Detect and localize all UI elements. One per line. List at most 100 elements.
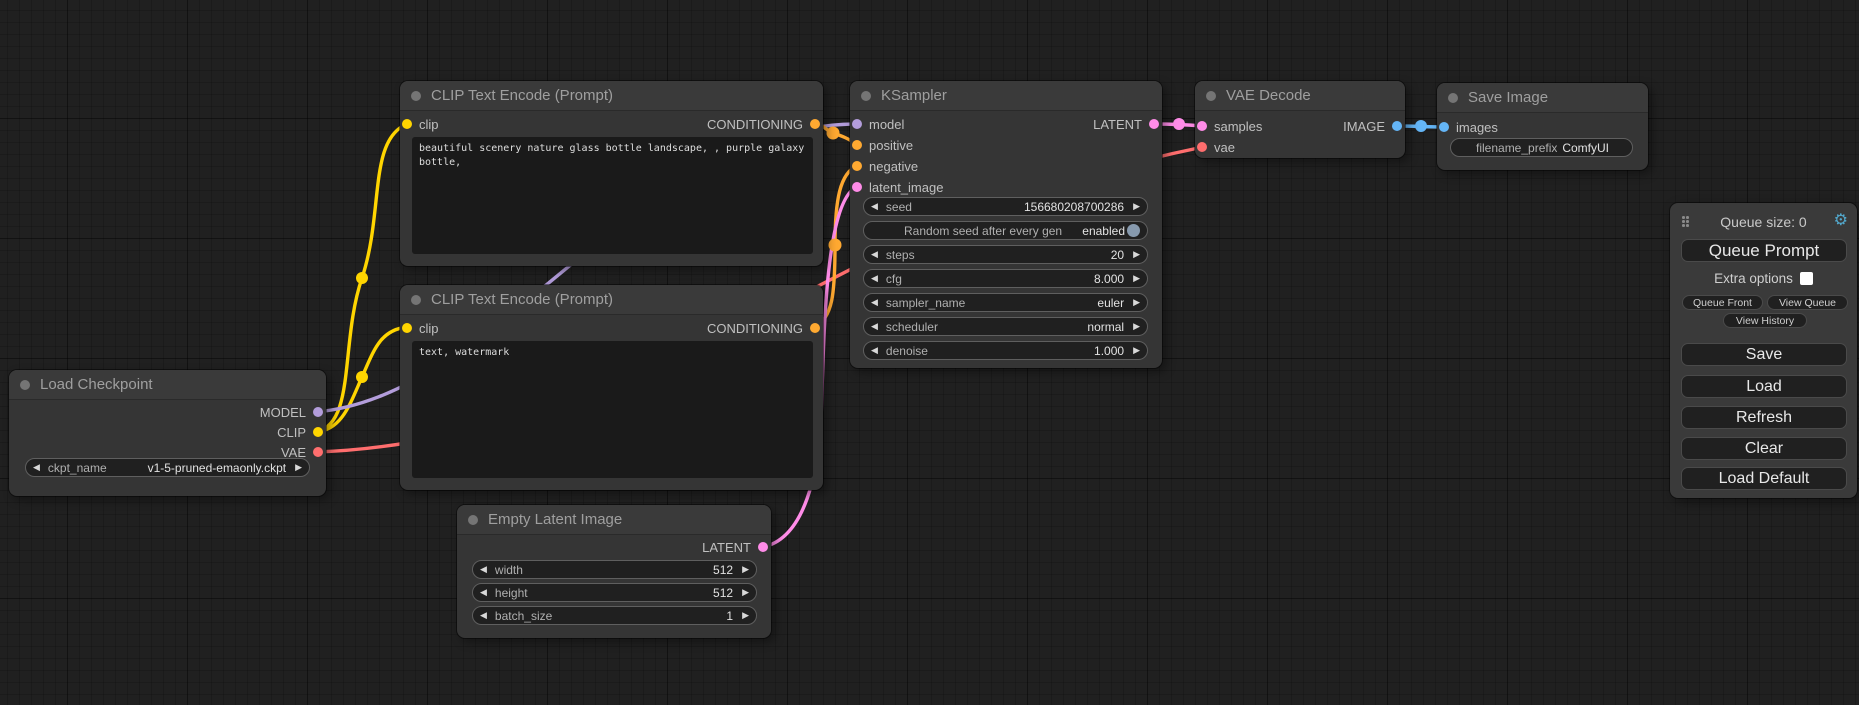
increment-arrow-icon[interactable]: ▶ xyxy=(742,611,749,620)
positive-prompt-textarea[interactable]: beautiful scenery nature glass bottle la… xyxy=(412,137,813,254)
filename-prefix-widget[interactable]: filename_prefix ComfyUI xyxy=(1450,138,1633,157)
decrement-arrow-icon[interactable]: ◀ xyxy=(871,250,878,259)
seed-widget[interactable]: ◀ seed 156680208700286 ▶ xyxy=(863,197,1148,216)
collapse-dot-icon[interactable] xyxy=(411,91,421,101)
increment-arrow-icon[interactable]: ▶ xyxy=(1133,298,1140,307)
clip-output-dot-icon[interactable] xyxy=(313,427,323,437)
image-output-dot-icon[interactable] xyxy=(1392,121,1402,131)
decrement-arrow-icon[interactable]: ◀ xyxy=(871,202,878,211)
random-seed-toggle-widget[interactable]: Random seed after every gen enabled xyxy=(863,221,1148,240)
collapse-dot-icon[interactable] xyxy=(861,91,871,101)
node-title-bar[interactable]: VAE Decode xyxy=(1195,81,1405,111)
widget-label: denoise xyxy=(886,344,928,358)
input-slot-latent-image: latent_image xyxy=(852,179,943,195)
node-clip-text-encode-positive[interactable]: CLIP Text Encode (Prompt) clip CONDITION… xyxy=(400,81,823,266)
output-slot-latent: LATENT xyxy=(1093,116,1159,132)
steps-widget[interactable]: ◀ steps 20 ▶ xyxy=(863,245,1148,264)
latent-input-dot-icon[interactable] xyxy=(1197,121,1207,131)
conditioning-output-dot-icon[interactable] xyxy=(810,119,820,129)
clip-input-dot-icon[interactable] xyxy=(402,323,412,333)
clear-button[interactable]: Clear xyxy=(1681,437,1847,460)
ckpt-name-widget[interactable]: ◀ ckpt_name v1-5-pruned-emaonly.ckpt ▶ xyxy=(25,458,310,477)
queue-front-button[interactable]: Queue Front xyxy=(1682,295,1763,310)
decrement-arrow-icon[interactable]: ◀ xyxy=(33,463,40,472)
link-dot[interactable] xyxy=(1173,118,1185,130)
conditioning-input-dot-icon[interactable] xyxy=(852,140,862,150)
increment-arrow-icon[interactable]: ▶ xyxy=(1133,346,1140,355)
node-vae-decode[interactable]: VAE Decode samples vae IMAGE xyxy=(1195,81,1405,158)
conditioning-input-dot-icon[interactable] xyxy=(852,161,862,171)
decrement-arrow-icon[interactable]: ◀ xyxy=(871,274,878,283)
node-empty-latent-image[interactable]: Empty Latent Image LATENT ◀ width 512 ▶ … xyxy=(457,505,771,638)
decrement-arrow-icon[interactable]: ◀ xyxy=(871,322,878,331)
latent-input-dot-icon[interactable] xyxy=(852,182,862,192)
view-history-button[interactable]: View History xyxy=(1723,313,1807,328)
collapse-dot-icon[interactable] xyxy=(1448,93,1458,103)
link-dot[interactable] xyxy=(356,272,368,284)
vae-input-dot-icon[interactable] xyxy=(1197,142,1207,152)
node-title-bar[interactable]: CLIP Text Encode (Prompt) xyxy=(400,285,823,315)
collapse-dot-icon[interactable] xyxy=(468,515,478,525)
scheduler-widget[interactable]: ◀ scheduler normal ▶ xyxy=(863,317,1148,336)
toggle-knob-icon[interactable] xyxy=(1127,224,1140,237)
decrement-arrow-icon[interactable]: ◀ xyxy=(871,298,878,307)
load-default-button[interactable]: Load Default xyxy=(1681,467,1847,490)
decrement-arrow-icon[interactable]: ◀ xyxy=(480,565,487,574)
node-title: CLIP Text Encode (Prompt) xyxy=(431,87,613,104)
increment-arrow-icon[interactable]: ▶ xyxy=(1133,250,1140,259)
increment-arrow-icon[interactable]: ▶ xyxy=(1133,202,1140,211)
node-ksampler[interactable]: KSampler model positive negative latent_… xyxy=(850,81,1162,368)
cfg-widget[interactable]: ◀ cfg 8.000 ▶ xyxy=(863,269,1148,288)
model-input-dot-icon[interactable] xyxy=(852,119,862,129)
output-slot-clip: CLIP xyxy=(277,424,323,440)
increment-arrow-icon[interactable]: ▶ xyxy=(295,463,302,472)
link-dot[interactable] xyxy=(1415,120,1427,132)
node-title-bar[interactable]: Load Checkpoint xyxy=(9,370,326,400)
node-title-bar[interactable]: Save Image xyxy=(1437,83,1648,113)
view-queue-button[interactable]: View Queue xyxy=(1767,295,1848,310)
decrement-arrow-icon[interactable]: ◀ xyxy=(480,588,487,597)
batch-size-widget[interactable]: ◀ batch_size 1 ▶ xyxy=(472,606,757,625)
denoise-widget[interactable]: ◀ denoise 1.000 ▶ xyxy=(863,341,1148,360)
comfyui-canvas[interactable]: { "colors": { "model_slot": "#B39DDB", "… xyxy=(0,0,1859,705)
height-widget[interactable]: ◀ height 512 ▶ xyxy=(472,583,757,602)
slot-label: MODEL xyxy=(260,405,306,420)
decrement-arrow-icon[interactable]: ◀ xyxy=(480,611,487,620)
clip-input-dot-icon[interactable] xyxy=(402,119,412,129)
negative-prompt-textarea[interactable]: text, watermark xyxy=(412,341,813,478)
increment-arrow-icon[interactable]: ▶ xyxy=(1133,322,1140,331)
model-output-dot-icon[interactable] xyxy=(313,407,323,417)
latent-output-dot-icon[interactable] xyxy=(758,542,768,552)
node-title-bar[interactable]: Empty Latent Image xyxy=(457,505,771,535)
load-button[interactable]: Load xyxy=(1681,375,1847,398)
width-widget[interactable]: ◀ width 512 ▶ xyxy=(472,560,757,579)
collapse-dot-icon[interactable] xyxy=(411,295,421,305)
link-dot[interactable] xyxy=(829,239,842,252)
increment-arrow-icon[interactable]: ▶ xyxy=(742,588,749,597)
settings-gear-icon[interactable]: ⚙ xyxy=(1834,210,1848,230)
node-clip-text-encode-negative[interactable]: CLIP Text Encode (Prompt) clip CONDITION… xyxy=(400,285,823,490)
node-title-bar[interactable]: KSampler xyxy=(850,81,1162,111)
conditioning-output-dot-icon[interactable] xyxy=(810,323,820,333)
save-button[interactable]: Save xyxy=(1681,343,1847,366)
collapse-dot-icon[interactable] xyxy=(20,380,30,390)
slot-label: clip xyxy=(419,321,439,336)
sampler-name-widget[interactable]: ◀ sampler_name euler ▶ xyxy=(863,293,1148,312)
increment-arrow-icon[interactable]: ▶ xyxy=(742,565,749,574)
extra-options-row: Extra options xyxy=(1670,271,1857,286)
collapse-dot-icon[interactable] xyxy=(1206,91,1216,101)
link-dot[interactable] xyxy=(356,371,368,383)
node-load-checkpoint[interactable]: Load Checkpoint MODEL CLIP VAE ◀ ckpt_na… xyxy=(9,370,326,496)
link-dot[interactable] xyxy=(827,127,840,140)
image-input-dot-icon[interactable] xyxy=(1439,122,1449,132)
latent-output-dot-icon[interactable] xyxy=(1149,119,1159,129)
queue-panel[interactable]: Queue size: 0 ⚙ Queue Prompt Extra optio… xyxy=(1670,203,1857,498)
node-title-bar[interactable]: CLIP Text Encode (Prompt) xyxy=(400,81,823,111)
increment-arrow-icon[interactable]: ▶ xyxy=(1133,274,1140,283)
decrement-arrow-icon[interactable]: ◀ xyxy=(871,346,878,355)
queue-prompt-button[interactable]: Queue Prompt xyxy=(1681,239,1847,262)
node-save-image[interactable]: Save Image images filename_prefix ComfyU… xyxy=(1437,83,1648,170)
extra-options-checkbox[interactable] xyxy=(1800,272,1813,285)
refresh-button[interactable]: Refresh xyxy=(1681,406,1847,429)
vae-output-dot-icon[interactable] xyxy=(313,447,323,457)
